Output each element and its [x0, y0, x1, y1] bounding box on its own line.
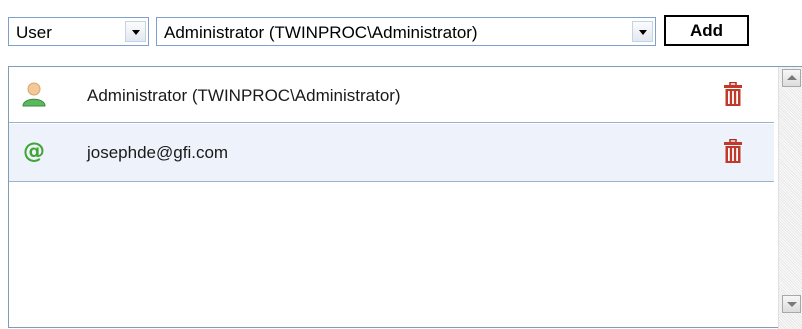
list-item-label: josephde@gfi.com	[87, 143, 229, 162]
list-item-label: Administrator (TWINPROC\Administrator)	[87, 86, 401, 105]
user-type-select[interactable]: User	[8, 17, 149, 46]
vertical-scrollbar[interactable]	[778, 67, 802, 329]
scroll-up-button[interactable]	[782, 69, 801, 87]
list-item[interactable]: @ josephde@gfi.com	[9, 124, 774, 182]
arrow-up-icon	[787, 75, 797, 80]
trash-icon[interactable]	[723, 139, 743, 163]
user-type-value: User	[16, 23, 52, 42]
chevron-down-icon[interactable]	[632, 21, 653, 42]
svg-text:@: @	[23, 139, 45, 164]
email-at-icon: @	[23, 139, 45, 164]
add-button[interactable]: Add	[664, 15, 749, 46]
account-select-value: Administrator (TWINPROC\Administrator)	[164, 23, 478, 42]
user-icon	[22, 82, 46, 107]
scroll-down-button[interactable]	[782, 295, 801, 313]
recipient-list: Administrator (TWINPROC\Administrator) @…	[8, 66, 802, 329]
account-select[interactable]: Administrator (TWINPROC\Administrator)	[156, 17, 656, 46]
list-item[interactable]: Administrator (TWINPROC\Administrator)	[9, 67, 774, 123]
trash-icon[interactable]	[723, 82, 743, 106]
arrow-down-icon	[787, 302, 797, 307]
chevron-down-icon[interactable]	[125, 21, 146, 42]
